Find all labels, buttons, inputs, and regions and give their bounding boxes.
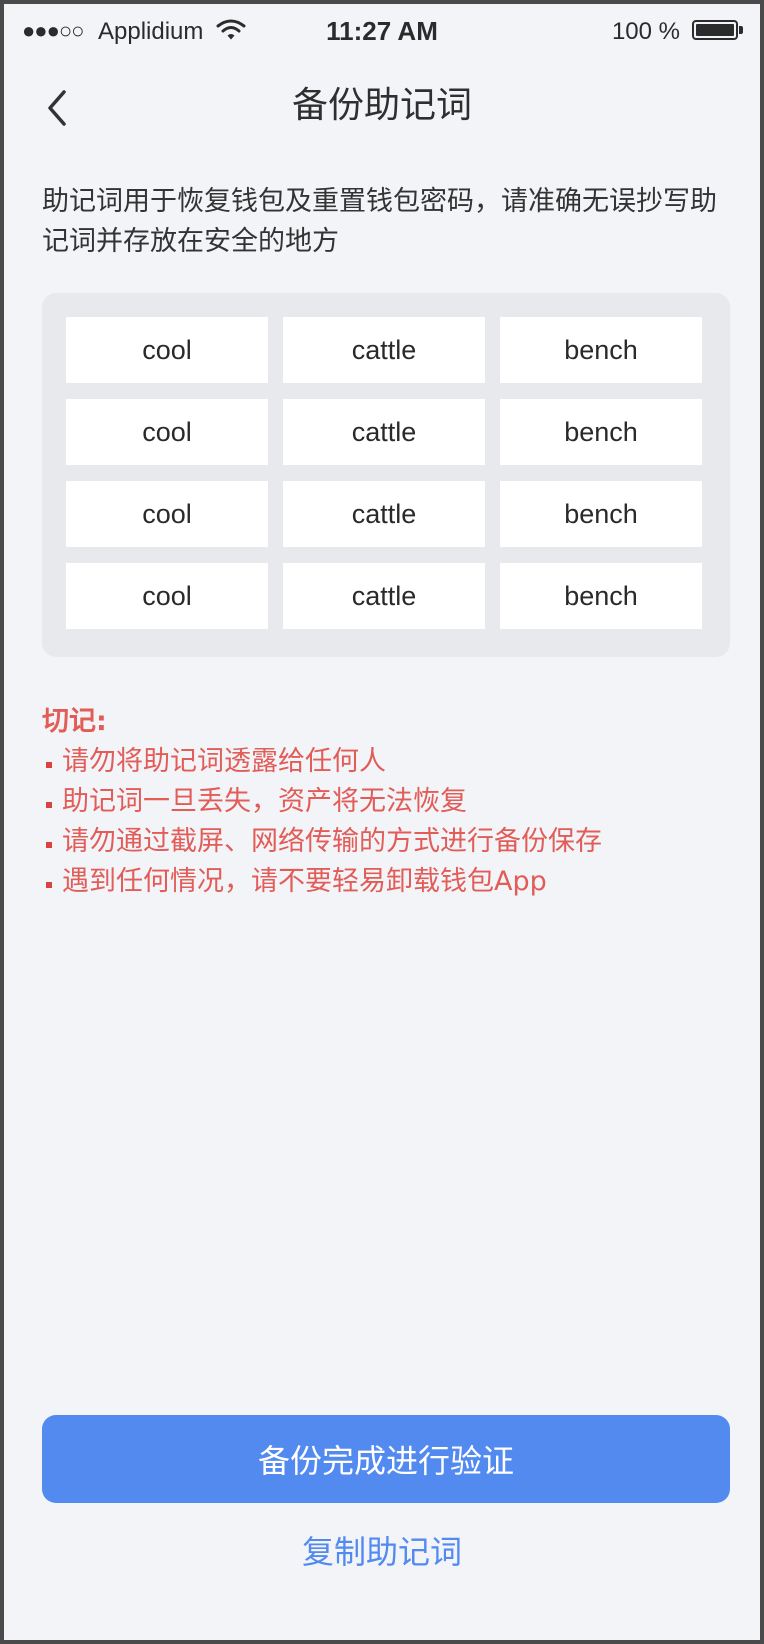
battery-percentage: 100 %: [611, 18, 680, 45]
battery-level-fill: [696, 24, 734, 36]
status-bar: ●●●○○ Applidium 11:27 AM 100 %: [4, 4, 760, 60]
battery-icon: [692, 20, 738, 40]
warning-item: 助记词一旦丢失，资产将无法恢复: [42, 782, 742, 822]
mnemonic-word: bench: [500, 563, 702, 629]
mnemonic-word: cattle: [283, 399, 485, 465]
warning-item: 请勿将助记词透露给任何人: [42, 742, 742, 782]
mnemonic-word: bench: [500, 399, 702, 465]
mnemonic-word: bench: [500, 317, 702, 383]
copy-mnemonic-button[interactable]: 复制助记词: [4, 1527, 760, 1573]
navigation-bar: 备份助记词: [4, 60, 760, 160]
intro-text: 助记词用于恢复钱包及重置钱包密码，请准确无误抄写助记词并存放在安全的地方: [42, 186, 717, 257]
mnemonic-word: cattle: [283, 481, 485, 547]
mnemonic-word: cool: [66, 317, 268, 383]
warning-list: 请勿将助记词透露给任何人 助记词一旦丢失，资产将无法恢复 请勿通过截屏、网络传输…: [42, 742, 742, 902]
battery-tip: [739, 26, 743, 34]
warning-item: 请勿通过截屏、网络传输的方式进行备份保存: [42, 822, 742, 862]
mnemonic-word: cattle: [283, 563, 485, 629]
backup-complete-verify-button[interactable]: 备份完成进行验证: [42, 1415, 730, 1503]
warning-section: 切记: 请勿将助记词透露给任何人 助记词一旦丢失，资产将无法恢复 请勿通过截屏、…: [42, 702, 742, 902]
mnemonic-word: cool: [66, 399, 268, 465]
mnemonic-word: cattle: [283, 317, 485, 383]
warning-item: 遇到任何情况，请不要轻易卸载钱包App: [42, 862, 742, 902]
mnemonic-word: cool: [66, 481, 268, 547]
phone-screen: ●●●○○ Applidium 11:27 AM 100 % 备份助记词 助记词…: [0, 0, 764, 1644]
mnemonic-word-grid: cool cattle bench cool cattle bench cool…: [66, 317, 702, 629]
mnemonic-word: cool: [66, 563, 268, 629]
mnemonic-panel: cool cattle bench cool cattle bench cool…: [42, 293, 730, 657]
page-title: 备份助记词: [291, 85, 472, 126]
warning-title: 切记:: [42, 706, 107, 737]
mnemonic-word: bench: [500, 481, 702, 547]
